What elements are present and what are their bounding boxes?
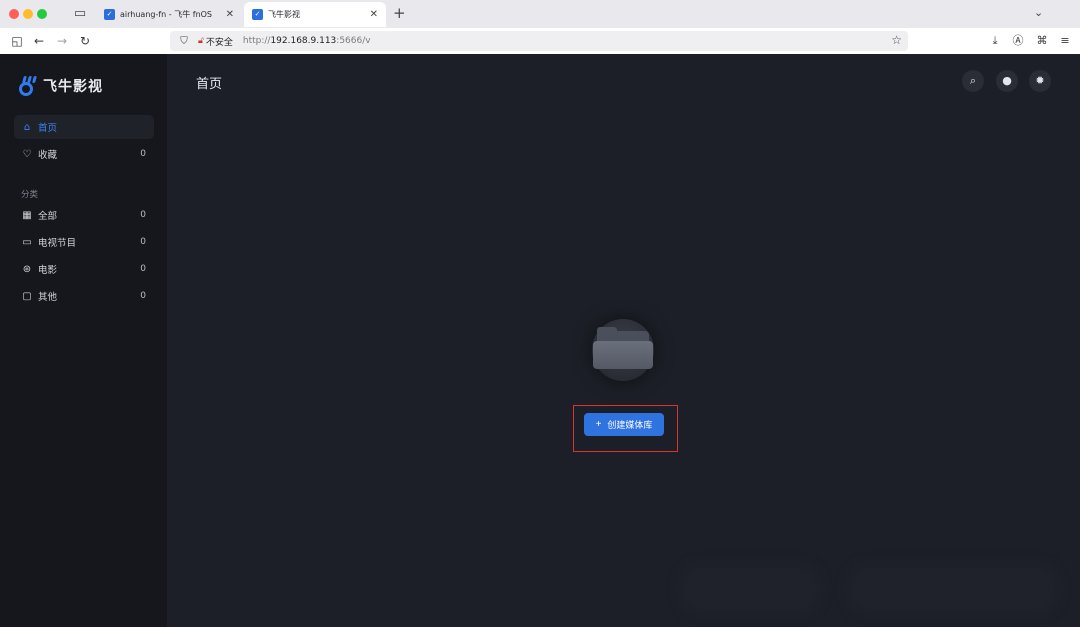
tab-bar: ▭ ✓ airhuang-fn - 飞牛 fnOS ✕ ✓ 飞牛影视 ✕ + ⌄ [0, 0, 1080, 28]
browser-chrome: ▭ ✓ airhuang-fn - 飞牛 fnOS ✕ ✓ 飞牛影视 ✕ + ⌄… [0, 0, 1080, 54]
tv-shows-count: 0 [140, 237, 146, 247]
folder-icon: ▢ [22, 290, 32, 302]
sidebar-item-label: 其他 [38, 292, 58, 303]
maximize-window-button[interactable] [37, 9, 47, 19]
app-name: 飞牛影视 [43, 79, 103, 95]
address-bar[interactable]: ⛉ 🔓︎ 不安全 http://192.168.9.113:5666/v ☆ [170, 31, 908, 51]
create-media-library-button[interactable]: + 创建媒体库 [584, 413, 664, 436]
blurred-overlay-left [680, 564, 820, 614]
tv-icon: ▭ [22, 236, 32, 248]
grid-icon: ▦ [22, 209, 32, 221]
navigation-bar: ◱ ← → ↻ ⛉ 🔓︎ 不安全 http://192.168.9.113:56… [0, 28, 1080, 54]
menu-icon[interactable]: ≡ [1057, 33, 1073, 49]
film-reel-icon: ⊛ [22, 263, 32, 275]
all-count: 0 [140, 210, 146, 220]
browser-tab-fnos[interactable]: ✓ airhuang-fn - 飞牛 fnOS ✕ [96, 2, 242, 27]
sidebar-item-label: 电视节目 [38, 238, 77, 249]
tab-overview-icon[interactable]: ▭ [72, 6, 88, 22]
sidebar: 飞牛影视 ⌂ 首页 ♡ 收藏 0 分类 ▦ 全部 0 ▭ 电视节目 0 ⊛ 电影… [0, 54, 167, 627]
fnos-favicon-icon: ✓ [104, 9, 115, 20]
movies-count: 0 [140, 264, 146, 274]
favorites-count: 0 [140, 149, 146, 159]
heart-icon: ♡ [22, 148, 32, 160]
logo-icon [18, 76, 38, 96]
security-label: 不安全 [205, 37, 233, 48]
home-icon: ⌂ [23, 121, 31, 133]
tab-title: airhuang-fn - 飞牛 fnOS [120, 10, 213, 19]
forward-icon[interactable]: → [53, 32, 71, 50]
category-section-label: 分类 [21, 190, 39, 200]
other-count: 0 [140, 291, 146, 301]
search-icon[interactable]: ⌕ [962, 70, 984, 92]
sidebar-item-home[interactable]: ⌂ 首页 [14, 115, 154, 139]
new-tab-button[interactable]: + [393, 5, 406, 22]
reload-icon[interactable]: ↻ [76, 32, 94, 50]
sidebar-item-other[interactable]: ▢ 其他 0 [14, 284, 154, 308]
plus-icon: + [595, 419, 602, 430]
settings-gear-icon[interactable]: ✹ [1029, 70, 1051, 92]
sidebar-item-tv-shows[interactable]: ▭ 电视节目 0 [14, 230, 154, 254]
blurred-overlay-right [848, 564, 1058, 614]
sidebar-item-favorites[interactable]: ♡ 收藏 0 [14, 142, 154, 166]
tab-title: 飞牛影视 [268, 10, 300, 19]
shield-icon[interactable]: ⛉ [176, 36, 192, 47]
create-button-label: 创建媒体库 [607, 420, 653, 430]
close-window-button[interactable] [9, 9, 19, 19]
sidebar-item-label: 全部 [38, 211, 58, 222]
sidebar-item-movies[interactable]: ⊛ 电影 0 [14, 257, 154, 281]
chevron-down-icon[interactable]: ⌄ [1034, 6, 1043, 19]
user-icon[interactable]: ● [996, 70, 1018, 92]
sidebar-item-label: 电影 [38, 265, 58, 276]
close-tab-icon[interactable]: ✕ [226, 9, 234, 20]
back-icon[interactable]: ← [30, 32, 48, 50]
video-favicon-icon: ✓ [252, 9, 263, 20]
sidebar-item-label: 首页 [38, 123, 58, 134]
account-icon[interactable]: Ⓐ [1010, 33, 1026, 49]
extensions-icon[interactable]: ⌘ [1034, 33, 1050, 49]
app-logo[interactable]: 飞牛影视 [18, 76, 103, 96]
fnos-video-app: 飞牛影视 ⌂ 首页 ♡ 收藏 0 分类 ▦ 全部 0 ▭ 电视节目 0 ⊛ 电影… [0, 54, 1080, 627]
sidebar-toggle-icon[interactable]: ◱ [8, 32, 26, 50]
sidebar-item-all[interactable]: ▦ 全部 0 [14, 203, 154, 227]
close-tab-icon[interactable]: ✕ [370, 9, 378, 20]
star-icon[interactable]: ☆ [891, 33, 902, 47]
empty-library-folder-icon [592, 319, 654, 381]
download-icon[interactable]: ⤓ [987, 33, 1003, 49]
sidebar-item-label: 收藏 [38, 150, 58, 161]
security-indicator[interactable]: 🔓︎ 不安全 [198, 35, 233, 48]
lock-icon: 🔓︎ [198, 36, 204, 46]
minimize-window-button[interactable] [23, 9, 33, 19]
page-title: 首页 [196, 77, 223, 92]
url-text[interactable]: http://192.168.9.113:5666/v [243, 36, 371, 46]
browser-tab-video[interactable]: ✓ 飞牛影视 ✕ [244, 2, 386, 27]
